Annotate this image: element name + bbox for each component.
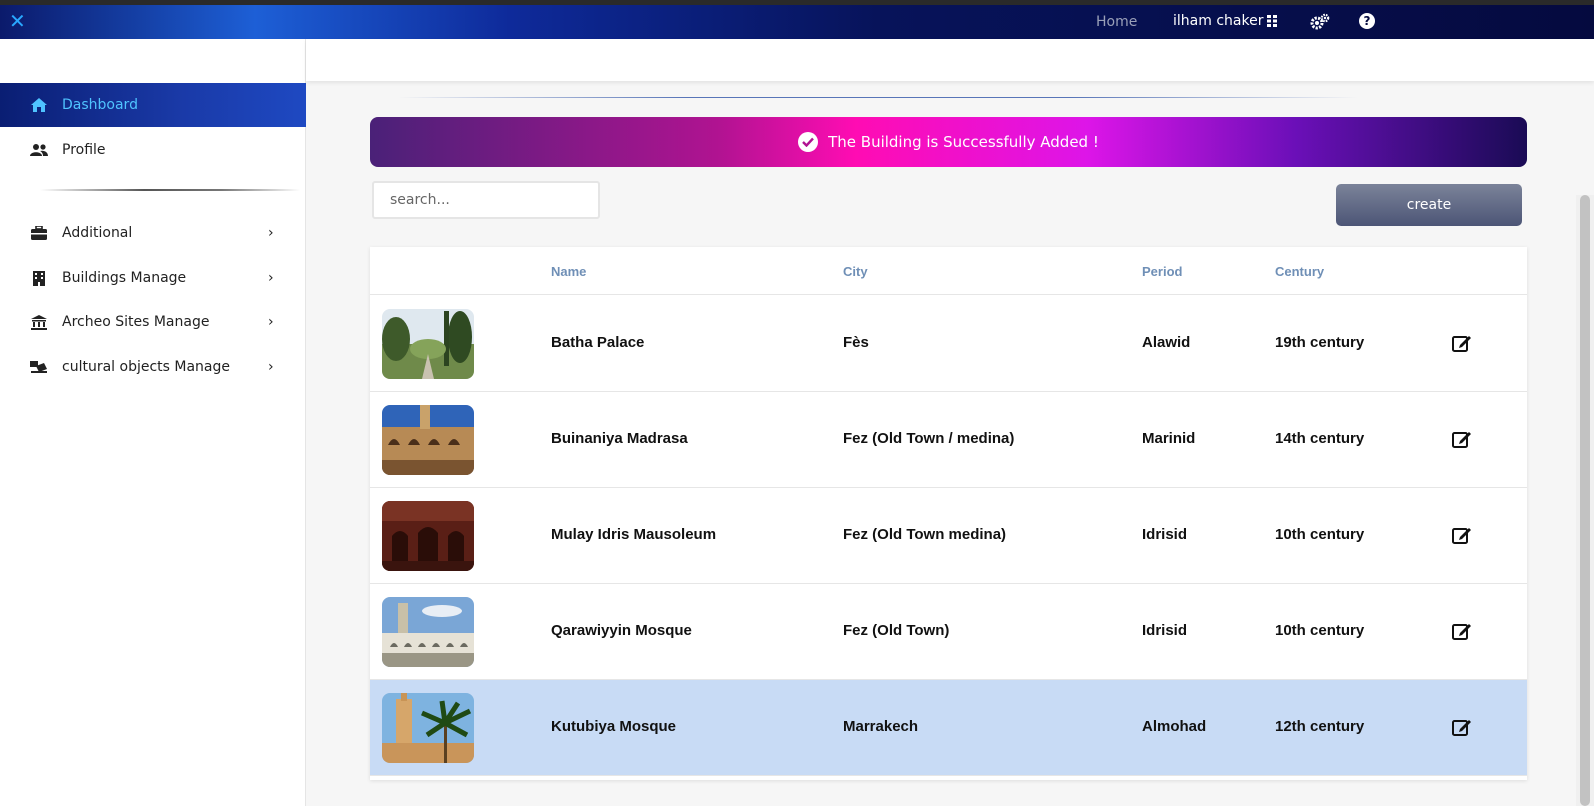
- table-header: Name City Period Century: [370, 247, 1527, 295]
- users-icon: [30, 141, 48, 159]
- vertical-scrollbar[interactable]: [1576, 195, 1594, 806]
- edit-icon[interactable]: [1452, 718, 1472, 736]
- cell-name: Qarawiyyin Mosque: [551, 622, 692, 639]
- cell-century: 19th century: [1275, 334, 1365, 351]
- building-icon: [30, 269, 48, 287]
- header-divider: [398, 97, 1358, 98]
- sidebar-item-label: Dashboard: [62, 97, 138, 113]
- table-row[interactable]: Buinaniya Madrasa Fez (Old Town / medina…: [370, 392, 1527, 488]
- cell-period: Marinid: [1142, 430, 1196, 447]
- cell-century: 10th century: [1275, 622, 1365, 639]
- landmark-icon: [30, 313, 48, 331]
- home-icon: [30, 96, 48, 114]
- user-name: ilham chaker: [1173, 13, 1264, 29]
- sidebar-item-label: Additional: [62, 225, 133, 241]
- create-button[interactable]: create: [1336, 184, 1522, 226]
- cell-name: Kutubiya Mosque: [551, 718, 677, 735]
- table-row[interactable]: Qarawiyyin Mosque Fez (Old Town) Idrisid…: [370, 584, 1527, 680]
- cell-city: Fès: [843, 334, 869, 351]
- column-header-period[interactable]: Period: [1142, 264, 1182, 279]
- chevron-right-icon: ›: [268, 314, 274, 330]
- column-header-name[interactable]: Name: [551, 264, 586, 279]
- user-menu[interactable]: ilham chaker: [1173, 13, 1278, 29]
- building-thumbnail: [382, 405, 474, 475]
- cell-city: Marrakech: [843, 718, 919, 735]
- app-window: ✕ Home ilham chaker ? Dashboard Profile …: [0, 5, 1594, 806]
- sidebar-item-profile[interactable]: Profile: [0, 128, 306, 172]
- sidebar-item-archeo-sites-manage[interactable]: Archeo Sites Manage ›: [0, 300, 306, 344]
- help-icon[interactable]: ?: [1359, 13, 1375, 29]
- gears-icon[interactable]: [1310, 12, 1330, 32]
- close-icon[interactable]: ✕: [9, 11, 29, 31]
- edit-icon[interactable]: [1452, 526, 1472, 544]
- chevron-right-icon: ›: [268, 270, 274, 286]
- cell-city: Fez (Old Town / medina): [843, 430, 1015, 447]
- building-thumbnail: [382, 501, 474, 571]
- chevron-right-icon: ›: [268, 225, 274, 241]
- sidebar-item-label: Buildings Manage: [62, 270, 187, 286]
- edit-icon[interactable]: [1452, 334, 1472, 352]
- top-navbar: ✕ Home ilham chaker ?: [0, 5, 1594, 39]
- alert-message: The Building is Successfully Added !: [828, 133, 1099, 151]
- sidebar-divider: [40, 189, 300, 191]
- column-header-century[interactable]: Century: [1275, 264, 1324, 279]
- chevron-right-icon: ›: [268, 359, 274, 375]
- cell-period: Idrisid: [1142, 622, 1188, 639]
- cell-name: Mulay Idris Mausoleum: [551, 526, 717, 543]
- cell-city: Fez (Old Town): [843, 622, 950, 639]
- sidebar-item-dashboard[interactable]: Dashboard: [0, 83, 306, 127]
- grid-icon: [1267, 15, 1278, 27]
- building-thumbnail: [382, 693, 474, 763]
- building-thumbnail: [382, 597, 474, 667]
- cell-name: Batha Palace: [551, 334, 645, 351]
- sidebar-item-label: Archeo Sites Manage: [62, 314, 210, 330]
- cell-name: Buinaniya Madrasa: [551, 430, 688, 447]
- table-row[interactable]: Batha Palace Fès Alawid 19th century: [370, 296, 1527, 392]
- sidebar: Dashboard Profile Additional › Buildings…: [0, 39, 306, 806]
- buildings-table: Name City Period Century Batha Palace Fè…: [370, 247, 1527, 780]
- sidebar-item-label: cultural objects Manage: [62, 359, 230, 375]
- sidebar-item-label: Profile: [62, 142, 106, 158]
- edit-icon[interactable]: [1452, 430, 1472, 448]
- check-circle-icon: [798, 132, 819, 152]
- cell-century: 12th century: [1275, 718, 1365, 735]
- main-header-bar: [306, 39, 1594, 81]
- building-thumbnail: [382, 309, 474, 379]
- edit-icon[interactable]: [1452, 622, 1472, 640]
- sidebar-item-cultural-objects-manage[interactable]: cultural objects Manage ›: [0, 345, 306, 389]
- nav-home-link[interactable]: Home: [1096, 14, 1137, 30]
- search-input[interactable]: [372, 181, 600, 219]
- cell-century: 14th century: [1275, 430, 1365, 447]
- main-content: The Building is Successfully Added ! cre…: [306, 39, 1594, 806]
- cell-century: 10th century: [1275, 526, 1365, 543]
- sidebar-item-buildings-manage[interactable]: Buildings Manage ›: [0, 256, 306, 300]
- cell-period: Almohad: [1142, 718, 1207, 735]
- sidebar-item-additional[interactable]: Additional ›: [0, 211, 306, 255]
- toolbox-icon: [30, 224, 48, 242]
- table-row-selected[interactable]: Kutubiya Mosque Marrakech Almohad 12th c…: [370, 680, 1527, 776]
- cell-city: Fez (Old Town medina): [843, 526, 1007, 543]
- cell-period: Idrisid: [1142, 526, 1188, 543]
- artifact-icon: [30, 358, 48, 376]
- table-row[interactable]: Mulay Idris Mausoleum Fez (Old Town medi…: [370, 488, 1527, 584]
- scrollbar-thumb[interactable]: [1580, 195, 1590, 806]
- success-alert: The Building is Successfully Added !: [370, 117, 1527, 167]
- column-header-city[interactable]: City: [843, 264, 868, 279]
- cell-period: Alawid: [1142, 334, 1191, 351]
